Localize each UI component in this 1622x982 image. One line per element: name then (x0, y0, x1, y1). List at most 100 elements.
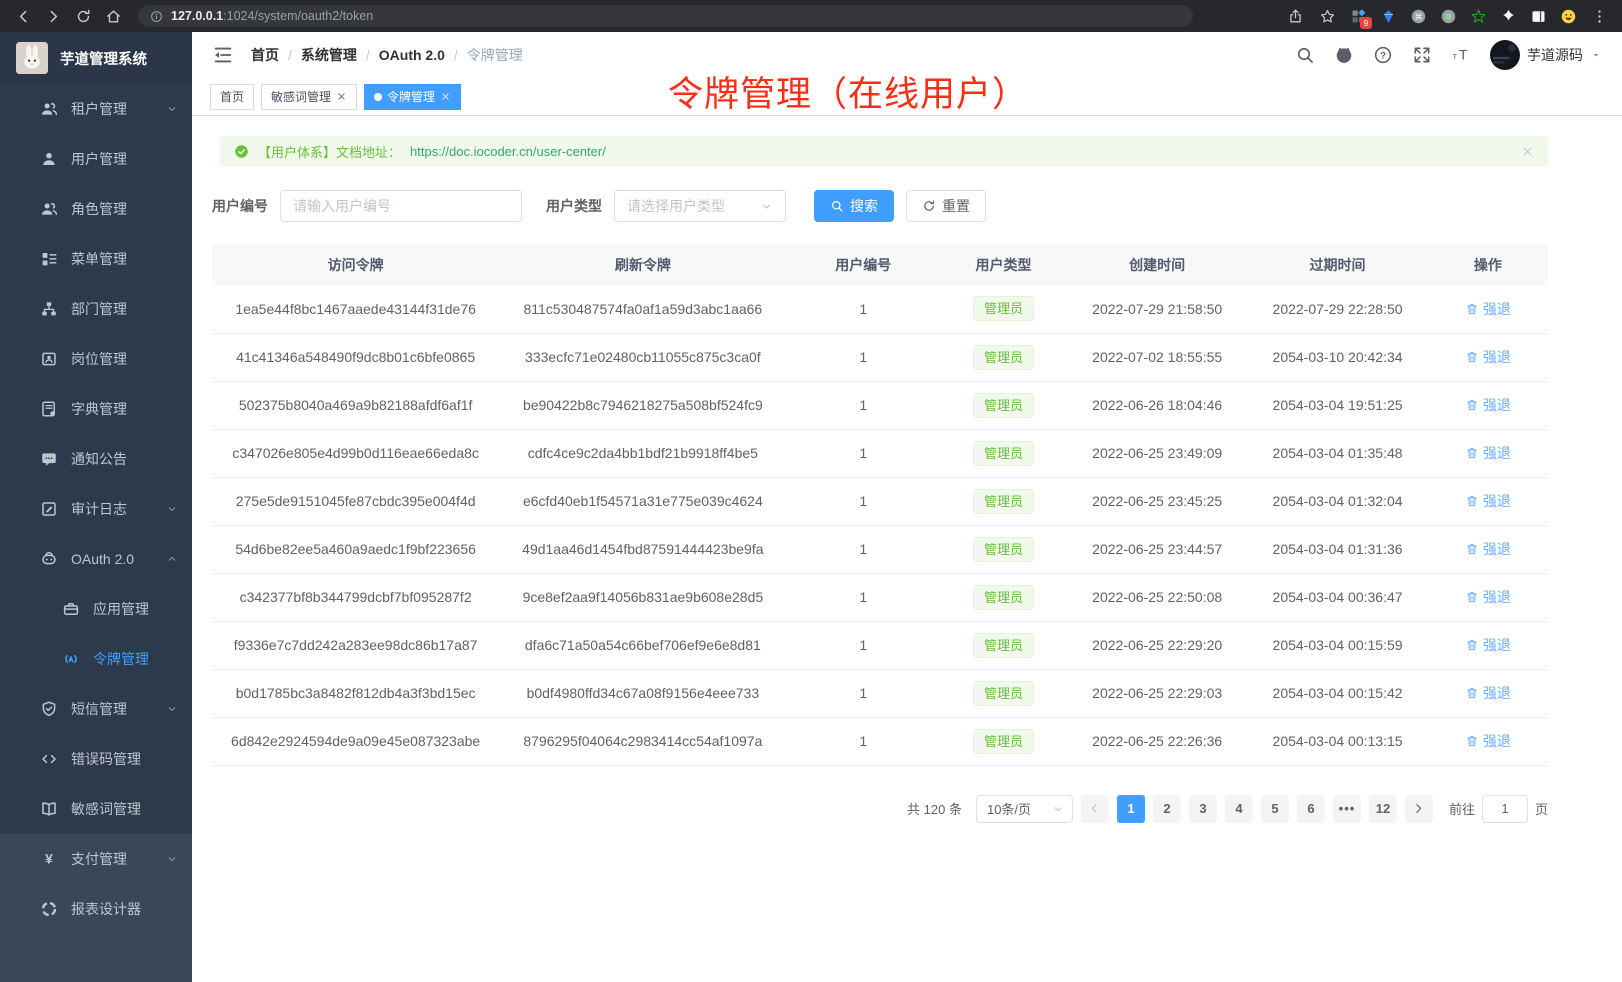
tab-close-icon[interactable] (336, 91, 347, 102)
sidebar-item-report[interactable]: 报表设计器 (0, 884, 192, 934)
force-logout-button[interactable]: 强退 (1465, 443, 1511, 463)
page-button-4[interactable]: 4 (1225, 795, 1253, 823)
force-logout-label: 强退 (1483, 491, 1511, 511)
force-logout-button[interactable]: 强退 (1465, 347, 1511, 367)
user-dropdown[interactable]: 芋道源码 (1490, 40, 1602, 70)
tab-sensitive[interactable]: 敏感词管理 (261, 84, 357, 110)
address-bar[interactable]: 127.0.0.1:1024/system/oauth2/token (138, 5, 1193, 27)
tab-close-icon[interactable] (440, 91, 451, 102)
sidebar-item-oauth2-token[interactable]: 令牌管理 (0, 634, 192, 684)
font-size-icon[interactable]: тT (1451, 45, 1471, 65)
browser-menu-button[interactable] (1586, 3, 1612, 29)
page-button-3[interactable]: 3 (1189, 795, 1217, 823)
browser-reload-button[interactable] (70, 3, 96, 29)
sidebar-item-user[interactable]: 用户管理 (0, 134, 192, 184)
github-icon[interactable] (1334, 45, 1354, 65)
share-button[interactable] (1282, 3, 1308, 29)
page-button-12[interactable]: 12 (1369, 795, 1397, 823)
extension-command[interactable]: ⌘ (1406, 4, 1430, 28)
sidebar-item-sensitive[interactable]: 敏感词管理 (0, 784, 192, 834)
chevron-right-icon (1412, 802, 1425, 815)
force-logout-button[interactable]: 强退 (1465, 491, 1511, 511)
sidebar-toggle-button[interactable] (212, 44, 234, 66)
pager-more-button[interactable]: ••• (1333, 795, 1361, 823)
goto-page-input[interactable] (1482, 795, 1528, 823)
extension-evernote[interactable] (1466, 4, 1490, 28)
force-logout-button[interactable]: 强退 (1465, 635, 1511, 655)
force-logout-button[interactable]: 强退 (1465, 299, 1511, 319)
extension-sidepanel[interactable] (1526, 4, 1550, 28)
force-logout-button[interactable]: 强退 (1465, 683, 1511, 703)
sidebar-item-dept[interactable]: 部门管理 (0, 284, 192, 334)
prev-page-button[interactable] (1081, 795, 1109, 823)
sidebar-item-label: 应用管理 (93, 599, 149, 619)
sidebar-item-oauth2[interactable]: OAuth 2.0 (0, 534, 192, 584)
svg-text:?: ? (1380, 50, 1386, 61)
sidebar-item-sms[interactable]: 短信管理 (0, 684, 192, 734)
access-token-cell: 6d842e2924594de9a09e45e087323abe (212, 717, 499, 765)
sidebar-item-oauth2-app[interactable]: 应用管理 (0, 584, 192, 634)
trash-icon (1465, 542, 1479, 556)
user-type-cell: 管理员 (940, 621, 1067, 669)
bookmark-button[interactable] (1314, 3, 1340, 29)
trash-icon (1465, 350, 1479, 364)
sidebar-item-errcode[interactable]: 错误码管理 (0, 734, 192, 784)
page-button-2[interactable]: 2 (1153, 795, 1181, 823)
chevron-down-icon (1590, 49, 1602, 61)
extension-badge: 9 (1360, 17, 1372, 29)
search-icon[interactable] (1295, 45, 1315, 65)
force-logout-button[interactable]: 强退 (1465, 587, 1511, 607)
breadcrumb-item[interactable]: 系统管理 (301, 45, 357, 65)
search-button[interactable]: 搜索 (814, 190, 894, 222)
page-size-select[interactable]: 10条/页 (976, 795, 1073, 823)
app-title: 芋道管理系统 (60, 48, 147, 69)
fullscreen-icon[interactable] (1412, 45, 1432, 65)
extension-adblock[interactable]: 9 (1346, 4, 1370, 28)
refresh-token-cell: 9ce8ef2aa9f14056b831ae9b608e28d5 (499, 573, 786, 621)
force-logout-button[interactable]: 强退 (1465, 539, 1511, 559)
alert-close-icon[interactable] (1521, 145, 1534, 158)
user-type-select[interactable]: 请选择用户类型 (614, 190, 786, 222)
tab-home[interactable]: 首页 (210, 84, 254, 110)
refresh-token-cell: cdfc4ce9c2da4bb1bdf21b9918ff4be5 (499, 429, 786, 477)
sidebar-item-tenant[interactable]: 租户管理 (0, 84, 192, 134)
force-logout-button[interactable]: 强退 (1465, 395, 1511, 415)
breadcrumb-item[interactable]: 首页 (251, 45, 279, 65)
refresh-token-cell: b0df4980ffd34c67a08f9156e4eee733 (499, 669, 786, 717)
sidebar-item-notice[interactable]: 通知公告 (0, 434, 192, 484)
sidebar-item-dict[interactable]: 字典管理 (0, 384, 192, 434)
tab-token[interactable]: 令牌管理 (364, 84, 461, 110)
sidebar-item-audit-log[interactable]: 审计日志 (0, 484, 192, 534)
sidebar-item-pay[interactable]: ¥支付管理 (0, 834, 192, 884)
user-id-cell: 1 (786, 717, 940, 765)
sidebar-item-role[interactable]: 角色管理 (0, 184, 192, 234)
browser-home-button[interactable] (100, 3, 126, 29)
extension-gem[interactable] (1376, 4, 1400, 28)
force-logout-button[interactable]: 强退 (1465, 731, 1511, 751)
breadcrumb-item[interactable]: OAuth 2.0 (379, 47, 445, 63)
page-button-5[interactable]: 5 (1261, 795, 1289, 823)
app-logo[interactable]: 芋道管理系统 (0, 32, 192, 84)
reset-button[interactable]: 重置 (906, 190, 986, 222)
gem-icon (1380, 8, 1397, 25)
sidebar-item-label: 报表设计器 (71, 899, 141, 919)
user-id-input[interactable]: 请输入用户编号 (280, 190, 522, 222)
next-page-button[interactable] (1405, 795, 1433, 823)
sidebar-item-menu[interactable]: 菜单管理 (0, 234, 192, 284)
action-cell: 强退 (1428, 477, 1548, 525)
doc-link[interactable]: https://doc.iocoder.cn/user-center/ (410, 144, 606, 159)
sidebar-item-post[interactable]: 岗位管理 (0, 334, 192, 384)
page-button-1[interactable]: 1 (1117, 795, 1145, 823)
sidebar-item-label: 部门管理 (71, 299, 127, 319)
tab-label: 首页 (220, 88, 244, 105)
help-icon[interactable]: ? (1373, 45, 1393, 65)
sidebar-item-label: 错误码管理 (71, 749, 141, 769)
page-button-6[interactable]: 6 (1297, 795, 1325, 823)
browser-forward-button[interactable] (40, 3, 66, 29)
browser-back-button[interactable] (10, 3, 36, 29)
user-id-cell: 1 (786, 285, 940, 333)
extension-spark[interactable] (1496, 4, 1520, 28)
site-info-icon[interactable] (150, 10, 163, 23)
extension-emoji[interactable] (1556, 4, 1580, 28)
extension-recorder[interactable] (1436, 4, 1460, 28)
